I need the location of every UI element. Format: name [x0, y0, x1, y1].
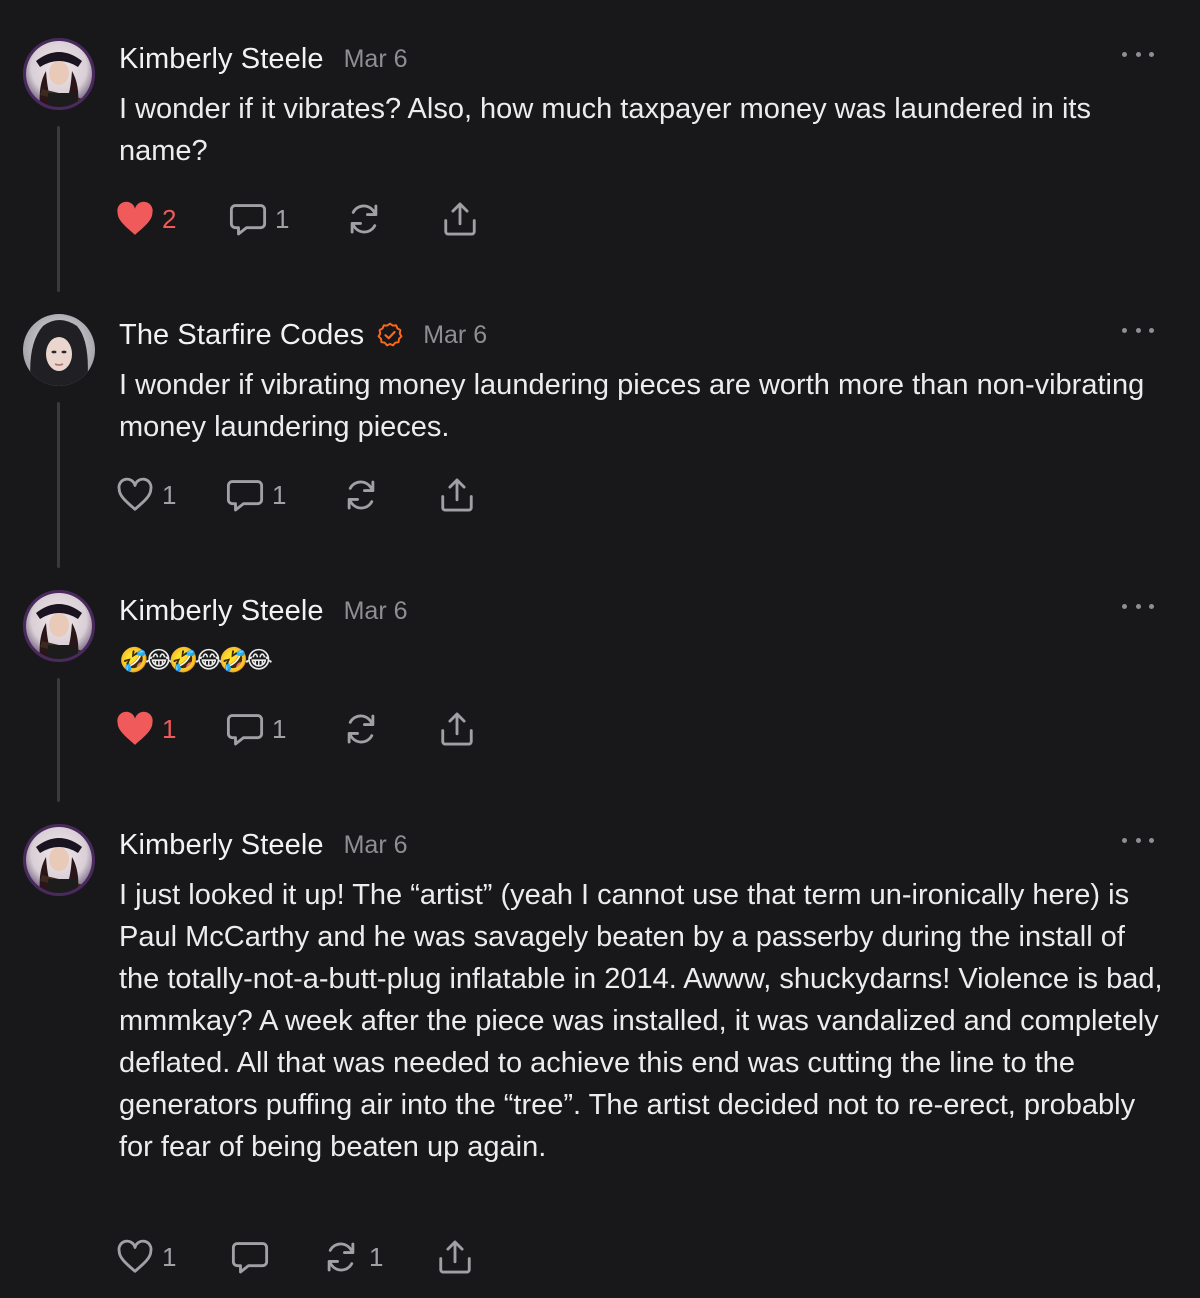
restack-icon	[350, 204, 378, 234]
reply-button[interactable]: 1	[226, 709, 286, 749]
restack-count: 1	[369, 1241, 384, 1272]
avatar[interactable]	[23, 314, 95, 386]
avatar[interactable]	[23, 824, 95, 896]
heart-outline-icon	[117, 477, 153, 511]
more-options-icon[interactable]	[1122, 830, 1154, 850]
like-count: 1	[162, 1241, 177, 1272]
restack-icon	[327, 1242, 355, 1272]
restack-button[interactable]	[344, 199, 392, 239]
comment-bubble-icon	[229, 204, 267, 236]
comment-body: I wonder if it vibrates? Also, how much …	[119, 93, 1091, 167]
comment-header: Kimberly Steele Mar 6	[119, 594, 408, 628]
reply-button[interactable]	[231, 1237, 277, 1277]
share-icon	[439, 1240, 471, 1274]
verified-badge-icon	[377, 322, 403, 348]
comment-date[interactable]: Mar 6	[344, 597, 408, 626]
like-button[interactable]: 2	[116, 199, 176, 239]
comment-date[interactable]: Mar 6	[423, 321, 487, 350]
comment-body: 🤣😂🤣😂🤣😂	[119, 647, 273, 674]
restack-icon	[347, 480, 375, 510]
share-button[interactable]	[441, 199, 479, 239]
comment-bubble-icon	[226, 480, 264, 512]
more-options-icon[interactable]	[1122, 44, 1154, 64]
like-count: 1	[162, 479, 177, 510]
author-name[interactable]: Kimberly Steele	[119, 595, 324, 628]
author-name[interactable]: The Starfire Codes	[119, 319, 364, 352]
heart-filled-icon	[117, 711, 153, 745]
avatar[interactable]	[23, 590, 95, 662]
like-count: 2	[162, 203, 177, 234]
comment-date[interactable]: Mar 6	[344, 831, 408, 860]
share-button[interactable]	[436, 1237, 474, 1277]
thread-line	[57, 402, 60, 568]
heart-outline-icon	[117, 1239, 153, 1273]
share-icon	[441, 712, 473, 746]
like-button[interactable]: 1	[116, 1237, 176, 1277]
more-options-icon[interactable]	[1122, 320, 1154, 340]
reply-count: 1	[275, 203, 290, 234]
share-button[interactable]	[438, 475, 476, 515]
thread-line	[57, 126, 60, 292]
heart-filled-icon	[117, 201, 153, 235]
reply-count: 1	[272, 713, 287, 744]
author-name[interactable]: Kimberly Steele	[119, 829, 324, 862]
share-button[interactable]	[438, 709, 476, 749]
reply-button[interactable]: 1	[226, 475, 286, 515]
comment-date[interactable]: Mar 6	[344, 45, 408, 74]
comment-body: I just looked it up! The “artist” (yeah …	[119, 879, 1163, 1163]
reply-button[interactable]: 1	[229, 199, 289, 239]
avatar[interactable]	[23, 38, 95, 110]
author-name[interactable]: Kimberly Steele	[119, 43, 324, 76]
share-icon	[441, 478, 473, 512]
comment-header: Kimberly Steele Mar 6	[119, 42, 408, 76]
comment-bubble-icon	[226, 714, 264, 746]
reply-count: 1	[272, 479, 287, 510]
restack-button[interactable]	[341, 475, 389, 515]
restack-icon	[347, 714, 375, 744]
like-count: 1	[162, 713, 177, 744]
comment-header: Kimberly Steele Mar 6	[119, 828, 408, 862]
restack-button[interactable]	[341, 709, 389, 749]
like-button[interactable]: 1	[116, 709, 176, 749]
like-button[interactable]: 1	[116, 475, 176, 515]
comment-header: The Starfire Codes Mar 6	[119, 318, 487, 352]
more-options-icon[interactable]	[1122, 596, 1154, 616]
share-icon	[444, 202, 476, 236]
comment-body: I wonder if vibrating money laundering p…	[119, 369, 1145, 443]
restack-button[interactable]: 1	[321, 1237, 383, 1277]
thread-line	[57, 678, 60, 802]
comment-bubble-icon	[231, 1242, 269, 1274]
